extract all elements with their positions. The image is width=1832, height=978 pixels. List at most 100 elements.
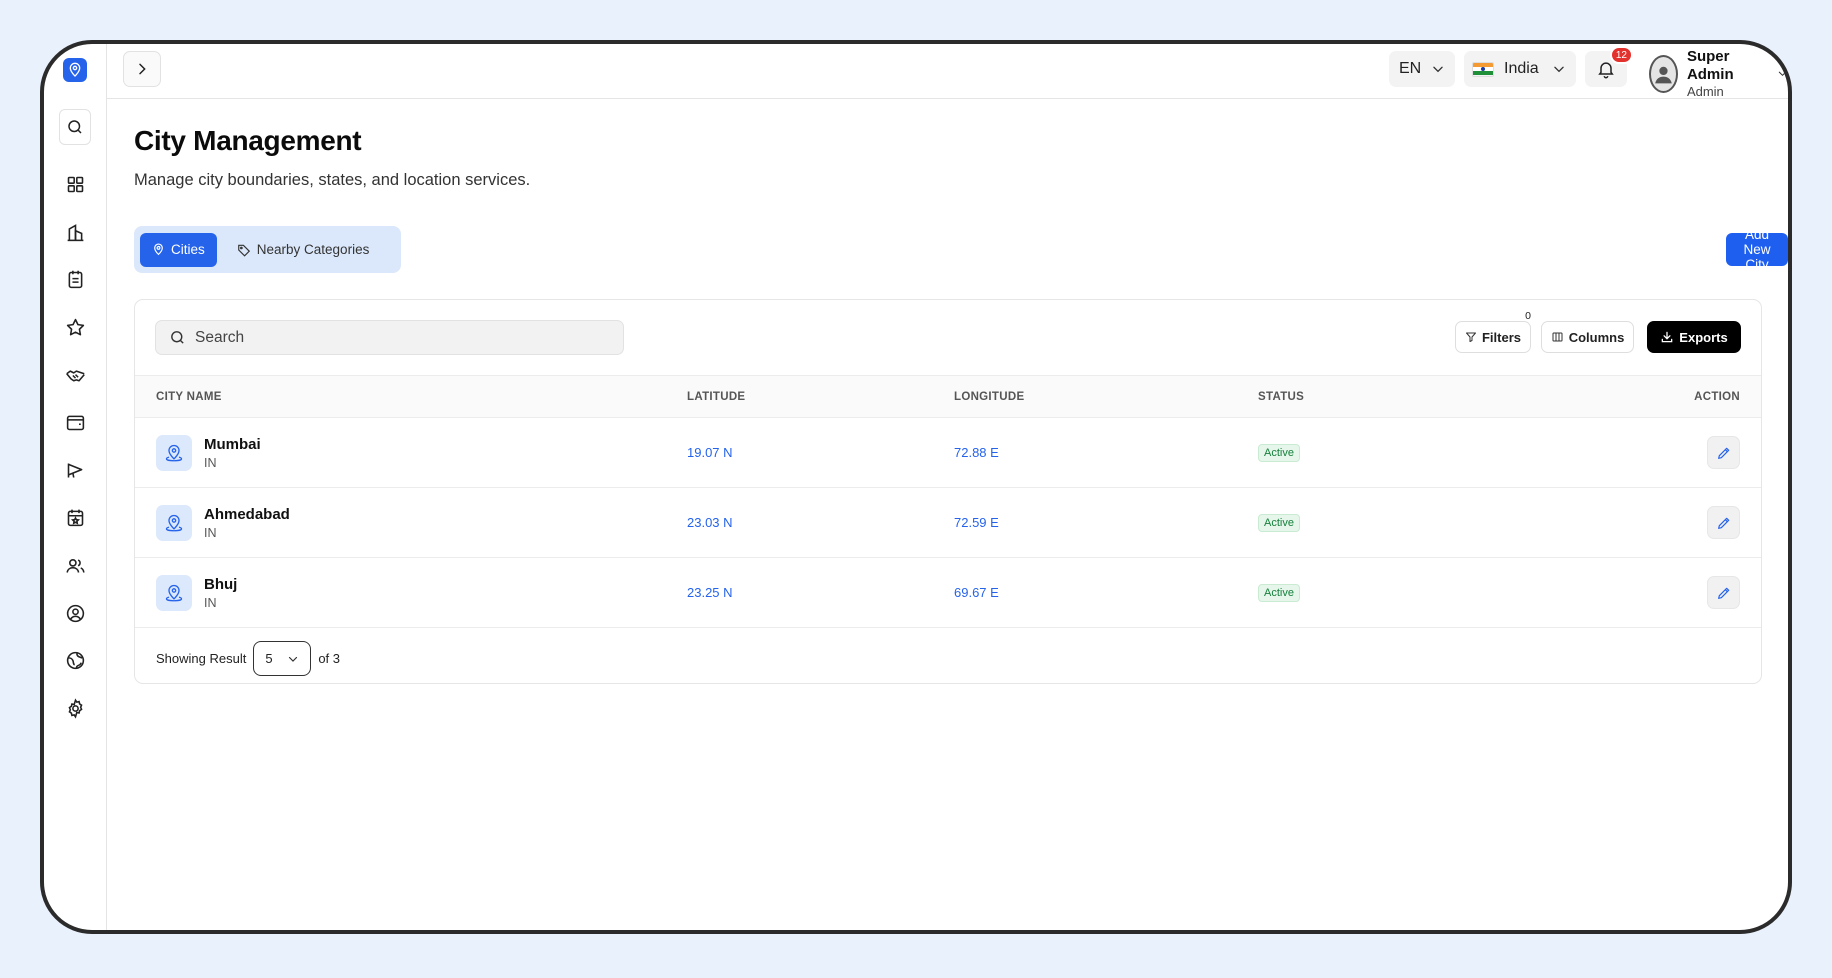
status-badge: Active xyxy=(1258,444,1300,462)
india-flag-icon xyxy=(1472,61,1494,77)
pagination: Showing Result 5 of 3 xyxy=(156,641,340,676)
location-pin-icon xyxy=(156,504,192,541)
filter-icon xyxy=(1465,332,1476,342)
table-header-row: CITY NAME LATITUDE LONGITUDE STATUS ACTI… xyxy=(135,375,1761,418)
column-header-city-name[interactable]: CITY NAME xyxy=(135,375,687,418)
calendar-star-icon xyxy=(67,510,83,527)
sidebar-item-settings[interactable] xyxy=(57,685,93,733)
longitude-value: 72.59 E xyxy=(954,514,999,530)
chevron-down-icon xyxy=(289,656,298,662)
sidebar-item-locations[interactable] xyxy=(57,637,93,685)
country-select[interactable]: India xyxy=(1464,51,1576,87)
country-value: India xyxy=(1504,60,1539,77)
filters-count: 0 xyxy=(1525,310,1531,322)
exports-button[interactable]: Exports xyxy=(1647,321,1741,353)
columns-icon xyxy=(1552,332,1563,342)
search-icon xyxy=(68,120,82,134)
sidebar-item-users[interactable] xyxy=(57,542,93,590)
tab-bar: Cities Nearby Categories xyxy=(134,226,401,273)
columns-label: Columns xyxy=(1568,329,1625,345)
globe-icon xyxy=(66,652,84,670)
gear-icon xyxy=(67,698,83,719)
chevron-down-icon xyxy=(1554,66,1564,73)
edit-button[interactable] xyxy=(1707,436,1740,469)
status-badge: Active xyxy=(1258,584,1300,602)
longitude-value: 69.67 E xyxy=(954,584,999,600)
latitude-value: 23.03 N xyxy=(687,514,733,530)
column-header-action: ACTION xyxy=(1558,375,1761,418)
latitude-value: 23.25 N xyxy=(687,584,733,600)
tag-icon xyxy=(237,244,250,257)
users-icon xyxy=(65,559,85,573)
star-icon xyxy=(66,318,84,336)
top-bar: EN India 12 Super Admin Admin xyxy=(107,44,1788,99)
sidebar-toggle-button[interactable] xyxy=(123,51,161,87)
tab-nearby-categories[interactable]: Nearby Categories xyxy=(225,233,382,267)
pencil-icon xyxy=(1717,587,1729,599)
table-row[interactable]: Bhuj IN 23.25 N 69.67 E Active xyxy=(135,557,1761,628)
sidebar-item-dashboard[interactable] xyxy=(57,161,93,209)
pencil-icon xyxy=(1717,447,1729,459)
sidebar-item-wallet[interactable] xyxy=(57,399,93,447)
column-header-longitude[interactable]: LONGITUDE xyxy=(954,375,1258,418)
city-name: Ahmedabad xyxy=(204,505,290,523)
location-pin-icon xyxy=(156,434,192,471)
sidebar-item-events[interactable] xyxy=(57,494,93,542)
country-code: IN xyxy=(204,595,217,610)
pagination-prefix: Showing Result xyxy=(156,651,247,666)
pencil-icon xyxy=(1717,517,1729,529)
table-row[interactable]: Ahmedabad IN 23.03 N 72.59 E Active xyxy=(135,487,1761,558)
sidebar-nav xyxy=(57,161,93,732)
tab-cities[interactable]: Cities xyxy=(140,232,217,267)
page-size-value: 5 xyxy=(265,651,273,666)
language-value: EN xyxy=(1399,60,1422,77)
avatar xyxy=(1649,54,1678,93)
country-code: IN xyxy=(204,525,217,540)
app-logo-icon[interactable] xyxy=(63,58,87,82)
chevron-down-icon xyxy=(1778,71,1787,77)
page-size-select[interactable]: 5 xyxy=(253,641,312,676)
page-subtitle: Manage city boundaries, states, and loca… xyxy=(134,171,531,189)
page-title: City Management xyxy=(134,125,362,156)
sidebar-search-button[interactable] xyxy=(59,109,91,145)
search-icon xyxy=(171,331,184,344)
sidebar-item-partners[interactable] xyxy=(57,351,93,399)
wallet-icon xyxy=(66,415,84,431)
map-pin-icon xyxy=(154,243,163,256)
sidebar-item-bookings[interactable] xyxy=(57,256,93,304)
longitude-value: 72.88 E xyxy=(954,444,999,460)
sidebar-item-profile[interactable] xyxy=(57,589,93,637)
sidebar-item-campaigns[interactable] xyxy=(57,447,93,495)
add-new-city-button[interactable]: Add New City xyxy=(1726,227,1788,272)
filters-label: Filters xyxy=(1481,329,1521,345)
chevron-down-icon xyxy=(1433,66,1443,73)
columns-button[interactable]: Columns xyxy=(1541,321,1634,353)
chevron-right-icon xyxy=(139,63,146,75)
edit-button[interactable] xyxy=(1707,506,1740,539)
language-select[interactable]: EN xyxy=(1389,51,1455,87)
notifications-button[interactable]: 12 xyxy=(1585,46,1633,87)
tab-label: Cities xyxy=(171,242,205,257)
user-circle-icon xyxy=(66,604,84,622)
user-menu[interactable]: Super Admin Admin xyxy=(1649,48,1788,100)
country-code: IN xyxy=(204,455,217,470)
search-box[interactable] xyxy=(155,320,624,355)
sidebar xyxy=(44,44,107,930)
user-avatar-icon xyxy=(1655,66,1672,84)
search-input[interactable] xyxy=(195,328,595,347)
handshake-icon xyxy=(65,370,85,382)
column-header-status[interactable]: STATUS xyxy=(1258,375,1558,418)
cities-table-card: Filters 0 Columns Exports CITY NAME LATI… xyxy=(134,299,1762,684)
city-name: Bhuj xyxy=(204,575,238,593)
latitude-value: 19.07 N xyxy=(687,444,733,460)
column-header-latitude[interactable]: LATITUDE xyxy=(687,375,954,418)
main-content: City Management Manage city boundaries, … xyxy=(107,99,1788,930)
city-name: Mumbai xyxy=(204,435,261,453)
cities-table: CITY NAME LATITUDE LONGITUDE STATUS ACTI… xyxy=(135,375,1761,628)
user-name: Super Admin xyxy=(1686,48,1734,83)
sidebar-item-reviews[interactable] xyxy=(57,304,93,352)
sidebar-item-buildings[interactable] xyxy=(57,209,93,257)
table-row[interactable]: Mumbai IN 19.07 N 72.88 E Active xyxy=(135,417,1761,488)
edit-button[interactable] xyxy=(1707,576,1740,609)
filters-button[interactable]: Filters 0 xyxy=(1455,310,1531,353)
